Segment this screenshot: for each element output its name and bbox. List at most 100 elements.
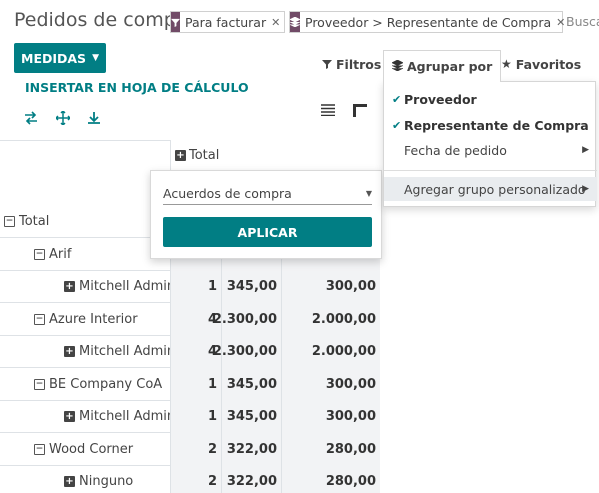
check-icon: ✔: [392, 118, 402, 132]
value-cell[interactable]: 2.000,00: [281, 302, 380, 336]
row-label: Mitchell Admin: [79, 279, 176, 294]
value-cell[interactable]: 1: [170, 367, 221, 401]
measure-select-value: Acuerdos de compra: [163, 186, 292, 201]
close-icon[interactable]: ✕: [271, 12, 285, 32]
insert-spreadsheet-button[interactable]: INSERTAR EN HOJA DE CÁLCULO: [25, 80, 249, 95]
value-cell[interactable]: 1: [170, 270, 221, 303]
row-label: BE Company CoA: [49, 376, 163, 392]
plus-icon: +: [64, 280, 75, 292]
value-cell[interactable]: 2: [170, 465, 221, 493]
value-cell[interactable]: 2.000,00: [281, 335, 380, 368]
value-cell[interactable]: 345,00: [221, 400, 281, 433]
minus-icon: −: [34, 313, 45, 325]
table-row: + Ninguno 2 322,00 280,00: [0, 465, 380, 493]
caret-down-icon: ▼: [365, 189, 372, 198]
caret-right-icon: ▶: [582, 184, 589, 194]
menu-divider: [384, 170, 597, 171]
minus-icon: −: [34, 378, 45, 390]
facet-label: Proveedor > Representante de Compra: [305, 14, 552, 30]
groupby-item-representante[interactable]: ✔ Representante de Compra: [384, 113, 597, 137]
search-facet-filter[interactable]: Para facturar ✕: [170, 11, 285, 33]
row-label: Ninguno: [79, 474, 134, 489]
layers-icon: [391, 59, 404, 74]
table-row: − Azure Interior 4 2.300,00 2.000,00: [0, 302, 380, 336]
plus-icon: +: [64, 345, 75, 357]
measures-button[interactable]: MEDIDAS ▼: [14, 43, 106, 73]
facet-label: Para facturar: [185, 14, 267, 30]
measure-popup: Acuerdos de compra ▼ APLICAR: [150, 170, 382, 259]
value-cell[interactable]: 2: [170, 432, 221, 466]
table-row: − BE Company CoA 1 345,00 300,00: [0, 367, 380, 401]
groupby-toggle[interactable]: Agrupar por: [383, 50, 502, 82]
row-label: Wood Corner: [49, 441, 134, 457]
row-label: Mitchell Admin: [79, 344, 176, 359]
measures-label: MEDIDAS: [21, 50, 87, 66]
value-cell[interactable]: 2.300,00: [213, 335, 281, 368]
value-cell[interactable]: 300,00: [281, 400, 380, 433]
favorites-toggle[interactable]: ★ Favoritos: [501, 50, 581, 78]
filters-toggle[interactable]: Filtros: [322, 50, 381, 78]
row-header[interactable]: − Total: [4, 205, 49, 238]
row-header[interactable]: − Wood Corner: [34, 433, 133, 466]
layout-view-icon[interactable]: [352, 102, 368, 118]
value-cell[interactable]: 2.300,00: [213, 302, 281, 336]
flip-axis-icon[interactable]: [23, 110, 39, 126]
list-view-icon[interactable]: [320, 102, 336, 118]
row-label: Mitchell Admin: [79, 409, 176, 424]
groupby-item-fecha[interactable]: Fecha de pedido ▶: [384, 138, 597, 162]
value-cell[interactable]: 300,00: [281, 270, 380, 303]
minus-icon: −: [34, 443, 45, 455]
row-label: Azure Interior: [49, 311, 138, 327]
value-cell[interactable]: 1: [170, 400, 221, 433]
value-cell[interactable]: 345,00: [221, 270, 281, 303]
value-cell[interactable]: 300,00: [281, 367, 380, 401]
page-title: Pedidos de compra: [14, 9, 170, 31]
plus-icon: +: [175, 149, 186, 161]
column-header-label: Total: [189, 148, 220, 163]
star-icon: ★: [501, 57, 512, 71]
groupby-item-label: Fecha de pedido: [404, 142, 507, 158]
search-facet-groupby[interactable]: Proveedor > Representante de Compra ✕: [289, 11, 565, 33]
row-header[interactable]: − BE Company CoA: [34, 368, 162, 401]
value-cell[interactable]: 280,00: [281, 432, 380, 466]
add-custom-group[interactable]: Agregar grupo personalizado ▶: [384, 177, 597, 201]
row-label: Arif: [49, 246, 72, 262]
plus-icon: +: [64, 475, 75, 487]
measure-select[interactable]: Acuerdos de compra ▼: [163, 183, 372, 205]
expand-all-icon[interactable]: [55, 110, 71, 126]
groupby-item-label: Proveedor: [404, 91, 477, 107]
value-cell[interactable]: 322,00: [221, 432, 281, 466]
column-header-total[interactable]: + Total: [170, 140, 380, 172]
groupby-item-label: Representante de Compra: [404, 117, 589, 133]
filter-icon: [322, 57, 332, 72]
filter-icon: [171, 12, 180, 32]
value-cell[interactable]: 322,00: [221, 465, 281, 493]
value-cell[interactable]: 280,00: [281, 465, 380, 493]
purchase-orders-pivot-view: Pedidos de compra Para facturar ✕ Provee…: [0, 0, 599, 493]
table-row: + Mitchell Admin 1 345,00 300,00: [0, 270, 380, 303]
custom-group-label: Agregar grupo personalizado: [404, 181, 586, 197]
row-header[interactable]: + Mitchell Admin: [64, 335, 175, 368]
row-header[interactable]: − Arif: [34, 238, 71, 271]
layers-icon: [290, 12, 300, 32]
filters-label: Filtros: [336, 56, 382, 72]
value-cell[interactable]: 345,00: [221, 367, 281, 401]
check-icon: ✔: [392, 92, 402, 106]
groupby-item-proveedor[interactable]: ✔ Proveedor: [384, 87, 597, 111]
plus-icon: +: [64, 410, 75, 422]
table-row: − Wood Corner 2 322,00 280,00: [0, 432, 380, 466]
caret-down-icon: ▼: [92, 53, 99, 63]
minus-icon: −: [34, 248, 45, 260]
row-header[interactable]: + Ninguno: [64, 465, 133, 493]
row-header[interactable]: + Mitchell Admin: [64, 400, 175, 433]
row-header[interactable]: + Mitchell Admin: [64, 270, 175, 303]
groupby-label: Agrupar por: [407, 59, 493, 74]
table-row: + Mitchell Admin 4 2.300,00 2.000,00: [0, 335, 380, 368]
search-input[interactable]: Buscar...: [566, 14, 599, 29]
apply-button[interactable]: APLICAR: [163, 217, 372, 247]
caret-right-icon: ▶: [582, 145, 589, 155]
groupby-dropdown: ✔ Proveedor ✔ Representante de Compra Fe…: [383, 81, 597, 207]
row-header[interactable]: − Azure Interior: [34, 303, 138, 336]
download-icon[interactable]: [86, 110, 102, 126]
row-label: Total: [19, 214, 50, 229]
